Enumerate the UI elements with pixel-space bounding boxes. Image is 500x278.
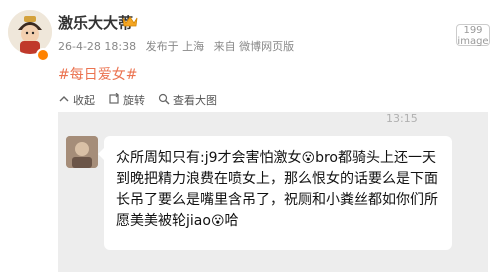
rotate-button[interactable]: 旋转 <box>108 92 145 108</box>
rotate-icon <box>108 92 123 108</box>
image-toolbar: 收起 旋转 查看大图 <box>58 92 478 110</box>
user-avatar[interactable] <box>8 10 52 54</box>
post-meta: 26-4-28 18:38 发布于 上海 来自 微博网页版 <box>58 38 300 54</box>
rotate-label: 旋转 <box>123 94 145 107</box>
topic-tag[interactable]: #每日爱女# <box>58 64 137 84</box>
count-number: 199 <box>463 25 483 36</box>
chat-avatar <box>66 136 98 168</box>
collapse-label: 收起 <box>73 94 95 107</box>
post-location: 发布于 上海 <box>145 40 205 53</box>
message-text-5: 哈 <box>224 213 239 229</box>
collapse-icon <box>58 93 73 108</box>
post-date[interactable]: 26-4-28 18:38 <box>58 40 136 53</box>
post-device: 来自 微博网页版 <box>213 40 295 53</box>
vip-crown-icon <box>122 13 138 32</box>
view-large-button[interactable]: 查看大图 <box>158 92 217 108</box>
repost-count-badge[interactable]: 199 image <box>456 24 490 46</box>
surprised-emoji-icon: 😮 <box>301 151 316 166</box>
chat-message-bubble: 众所周知只有:j9才会害怕激女😮bro都骑头上还一天到晚把精力浪费在喷女上，那么… <box>98 136 452 250</box>
surprised-emoji-icon-2: 😮 <box>210 214 225 229</box>
message-text-1: 众所周知只有 <box>116 150 200 166</box>
view-large-label: 查看大图 <box>173 94 217 107</box>
vip-badge <box>36 48 50 62</box>
collapse-button[interactable]: 收起 <box>58 92 95 108</box>
zoom-icon <box>158 93 173 108</box>
message-text-3: j9才会害怕激女 <box>204 150 302 166</box>
count-label: image <box>457 35 489 47</box>
chat-timestamp: 13:15 <box>386 112 418 125</box>
post-image[interactable]: 13:15 众所周知只有:j9才会害怕激女😮bro都骑头上还一天到晚把精力浪费在… <box>58 112 488 272</box>
